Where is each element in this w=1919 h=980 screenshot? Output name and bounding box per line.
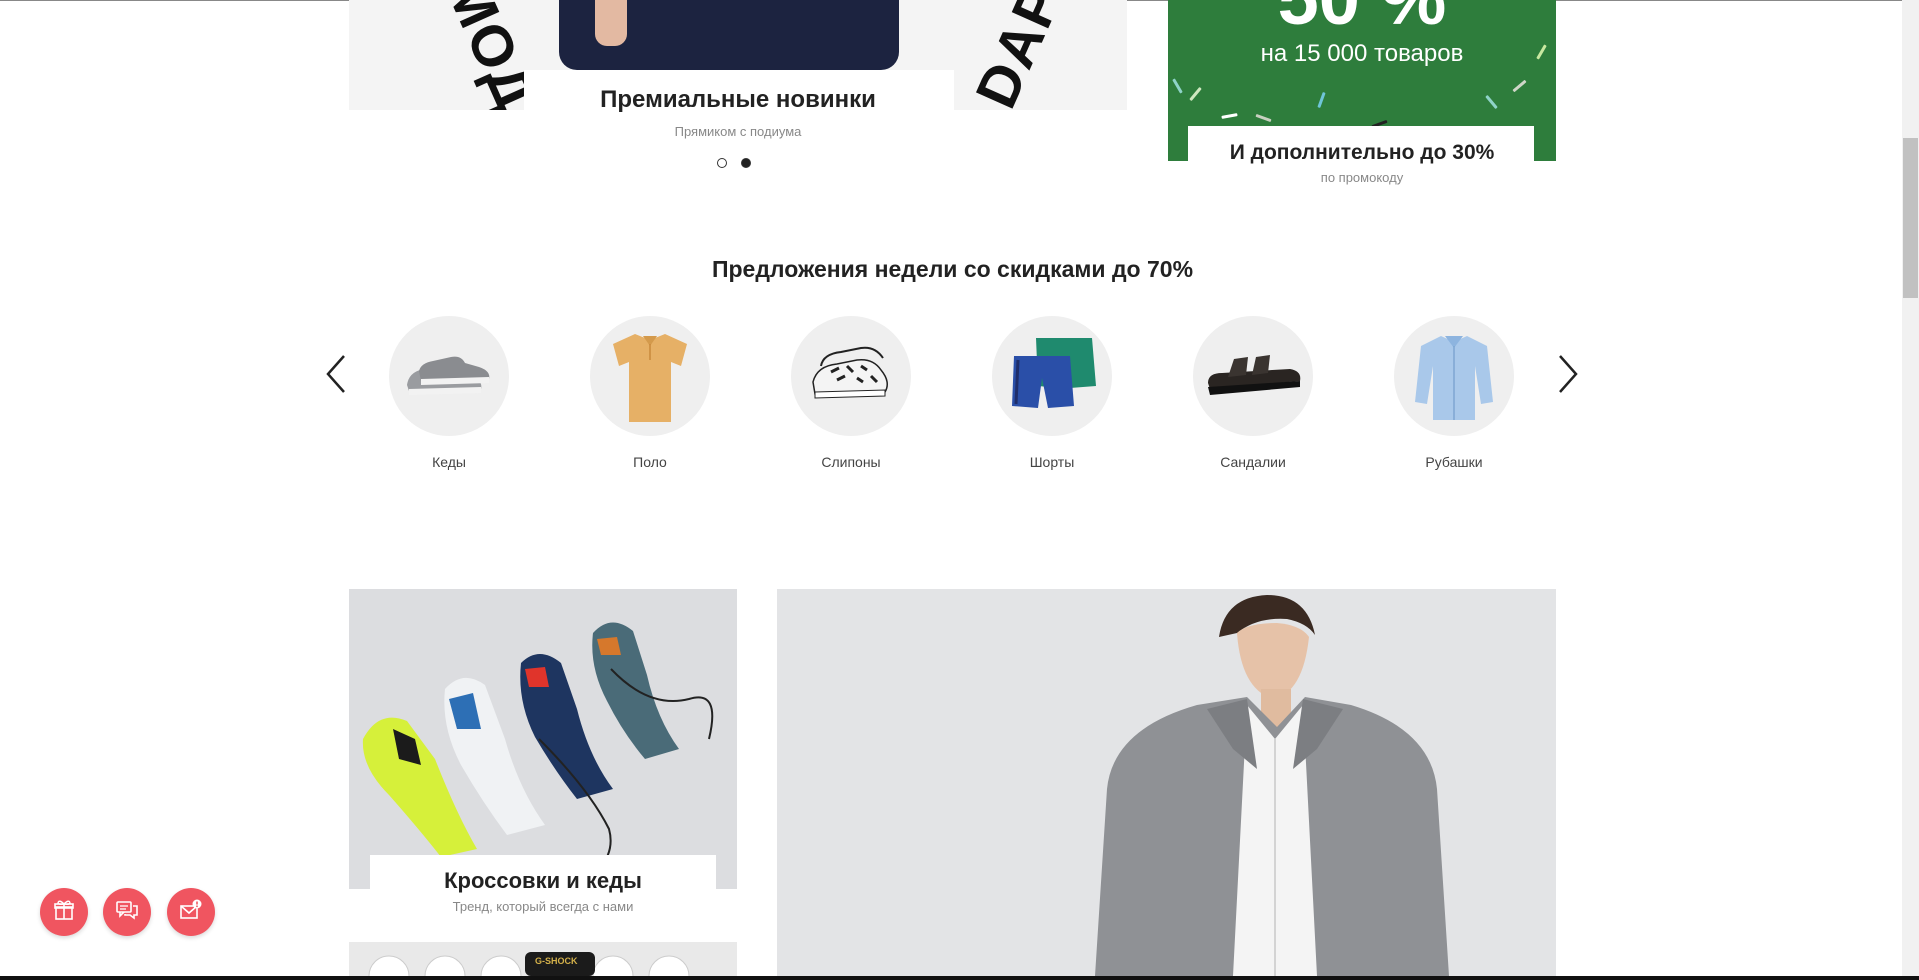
- sneakers-tile[interactable]: [349, 589, 737, 889]
- scrollbar-thumb[interactable]: [1903, 138, 1918, 298]
- hand-image: [595, 0, 627, 46]
- slip-ons-image: [791, 316, 911, 436]
- sale-banner-title[interactable]: И дополнительно до 30%: [1168, 141, 1556, 165]
- confetti: [1189, 86, 1202, 102]
- mail-alert-icon: [179, 899, 203, 926]
- gift-icon: [53, 899, 75, 926]
- shorts-image: [992, 316, 1112, 436]
- sale-banner-big-text: 50 %: [1168, 0, 1556, 41]
- offers-title: Предложения недели со скидками до 70%: [711, 256, 1194, 282]
- category-polo[interactable]: Поло: [590, 316, 710, 470]
- category-label: Кеды: [432, 454, 466, 470]
- confetti: [1255, 113, 1272, 123]
- confetti: [1512, 79, 1527, 93]
- chat-button[interactable]: [103, 888, 151, 936]
- category-label: Поло: [633, 454, 667, 470]
- confetti: [1172, 78, 1183, 94]
- premium-banner-subtitle: Прямиком с подиума: [674, 124, 802, 139]
- gift-button[interactable]: [40, 888, 88, 936]
- running-shoes-image: [362, 622, 714, 870]
- category-label: Шорты: [1029, 454, 1075, 470]
- window-bottom-border: [0, 976, 1919, 980]
- category-label: Слипоны: [821, 454, 881, 470]
- subscribe-button[interactable]: [167, 888, 215, 936]
- model-tile[interactable]: [777, 589, 1556, 976]
- polo-shirt-image: [590, 316, 710, 436]
- chevron-left-icon[interactable]: [322, 352, 352, 396]
- sale-banner-line: на 15 000 товаров: [1260, 40, 1464, 67]
- slider-dot-1[interactable]: [717, 158, 727, 168]
- category-shirts[interactable]: Рубашки: [1394, 316, 1514, 470]
- confetti: [1485, 94, 1498, 110]
- sneakers-image: [389, 316, 509, 436]
- model-in-bomber-jacket-image: [1095, 595, 1449, 976]
- category-sandals[interactable]: Сандалии: [1193, 316, 1313, 470]
- category-sneakers[interactable]: Кеды: [389, 316, 509, 470]
- slider-dots: [717, 158, 751, 168]
- page-scrollbar[interactable]: [1902, 0, 1919, 976]
- shirt-image: [1394, 316, 1514, 436]
- confetti: [1221, 113, 1238, 119]
- category-label: Рубашки: [1425, 454, 1483, 470]
- sale-banner-subtitle: по промокоду: [1320, 170, 1404, 185]
- premium-banner-title[interactable]: Премиальные новинки: [349, 86, 1127, 114]
- sneakers-tile-subtitle: Тренд, который всегда с нами: [452, 899, 634, 914]
- slider-dot-2[interactable]: [741, 158, 751, 168]
- watch-tile[interactable]: G-SHOCK: [349, 942, 737, 976]
- confetti: [1317, 91, 1326, 109]
- category-slip-ons[interactable]: Слипоны: [791, 316, 911, 470]
- category-shorts[interactable]: Шорты: [992, 316, 1112, 470]
- watch-brand-label: G-SHOCK: [535, 956, 578, 966]
- sandals-image: [1193, 316, 1313, 436]
- category-label: Сандалии: [1220, 454, 1286, 470]
- chevron-right-icon[interactable]: [1552, 352, 1582, 396]
- chat-icon: [115, 899, 139, 926]
- sneakers-tile-title[interactable]: Кроссовки и кеды: [349, 868, 737, 894]
